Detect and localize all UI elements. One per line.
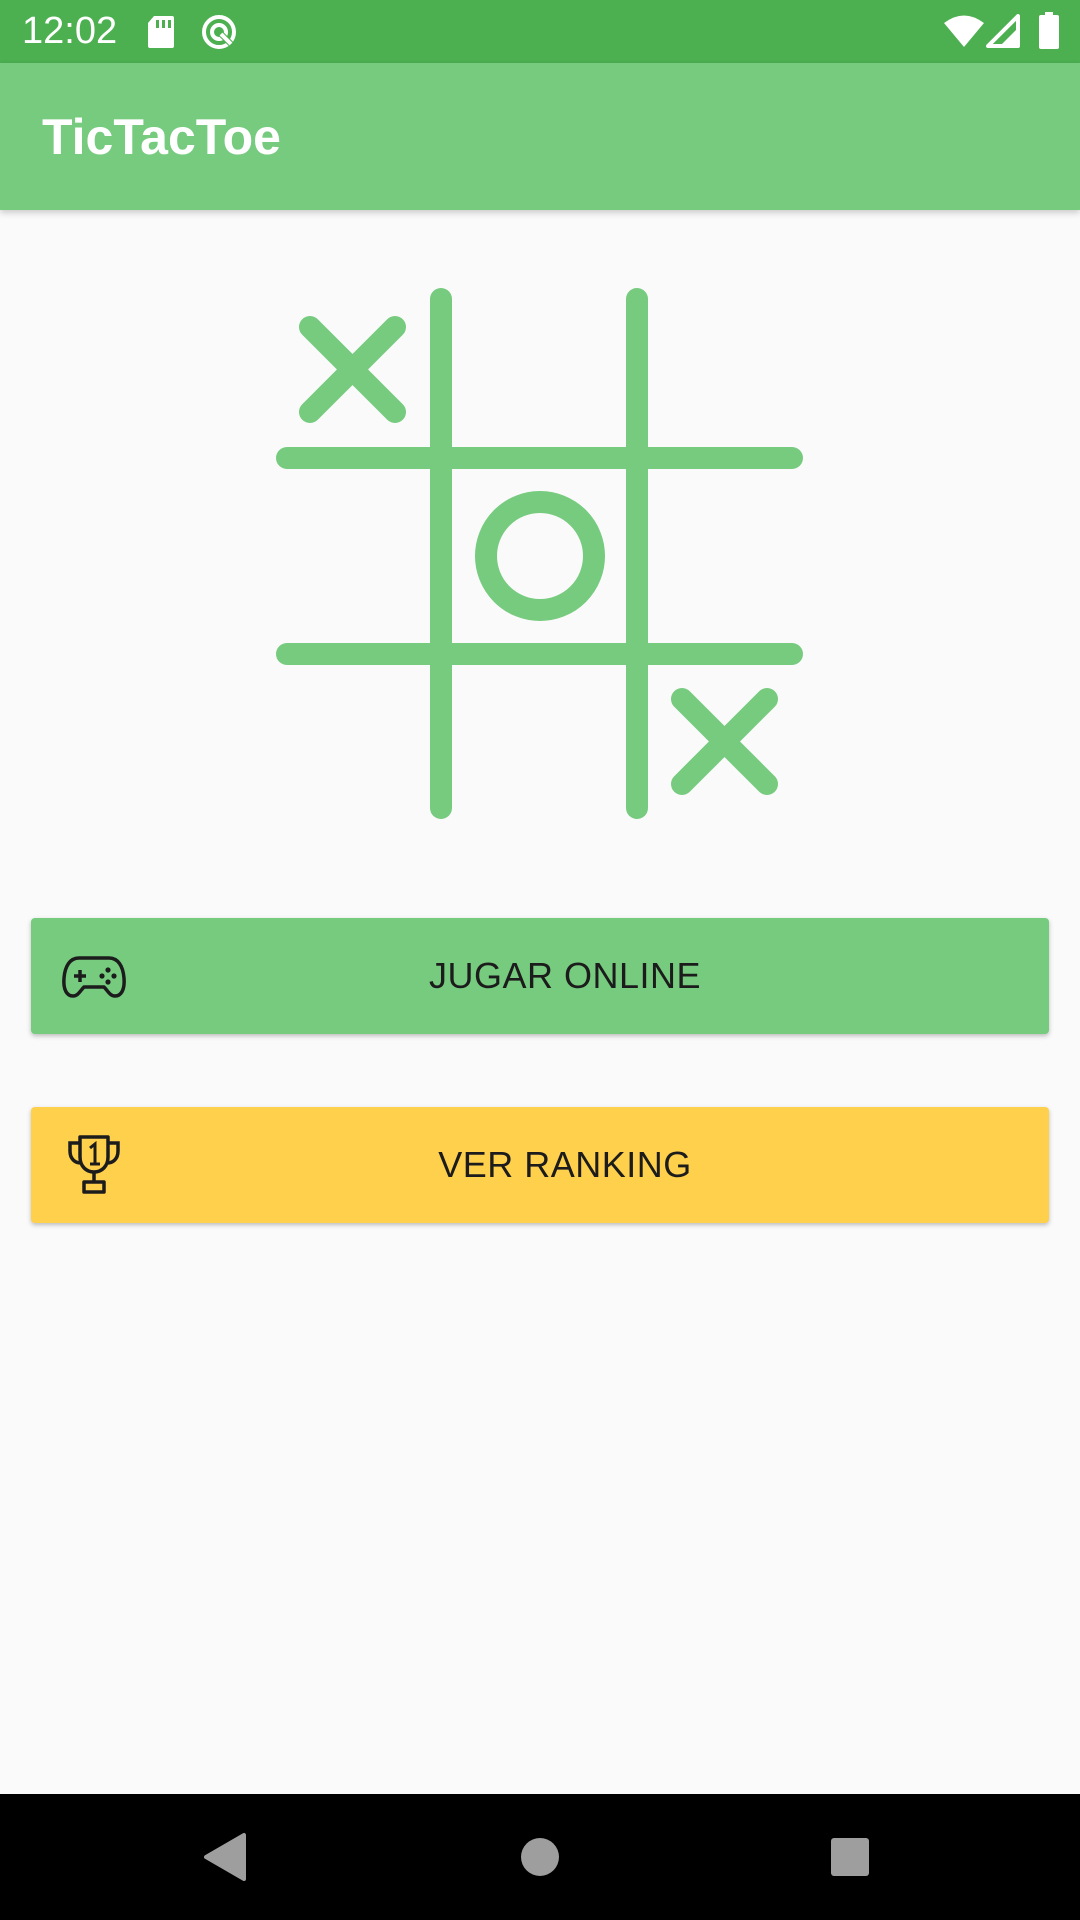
nav-home-button[interactable] [480,1794,600,1920]
tictactoe-logo [276,288,803,819]
view-ranking-label: VER RANKING [438,1144,692,1185]
sync-icon [202,15,236,49]
back-icon [204,1833,246,1881]
status-time: 12:02 [22,10,118,52]
wifi-icon [944,15,984,47]
o-mark-center [475,491,605,621]
app-bar: TicTacToe [0,63,1080,210]
view-ranking-button[interactable]: VER RANKING [31,1107,1049,1223]
nav-recents-button[interactable] [790,1794,910,1920]
nav-back-button[interactable] [166,1794,286,1920]
navigation-bar [0,1794,1080,1920]
play-online-button[interactable]: JUGAR ONLINE [31,918,1049,1034]
app-title: TicTacToe [42,109,281,165]
play-online-label: JUGAR ONLINE [428,955,702,996]
status-bar: 12:02 [0,0,1080,63]
x-mark-bottom-right [671,688,778,795]
home-icon [521,1838,559,1876]
battery-icon [1039,12,1059,49]
x-mark-top-left [299,316,406,423]
recents-icon [831,1838,869,1876]
cell-signal-icon [986,14,1020,48]
sd-card-icon [148,16,174,48]
